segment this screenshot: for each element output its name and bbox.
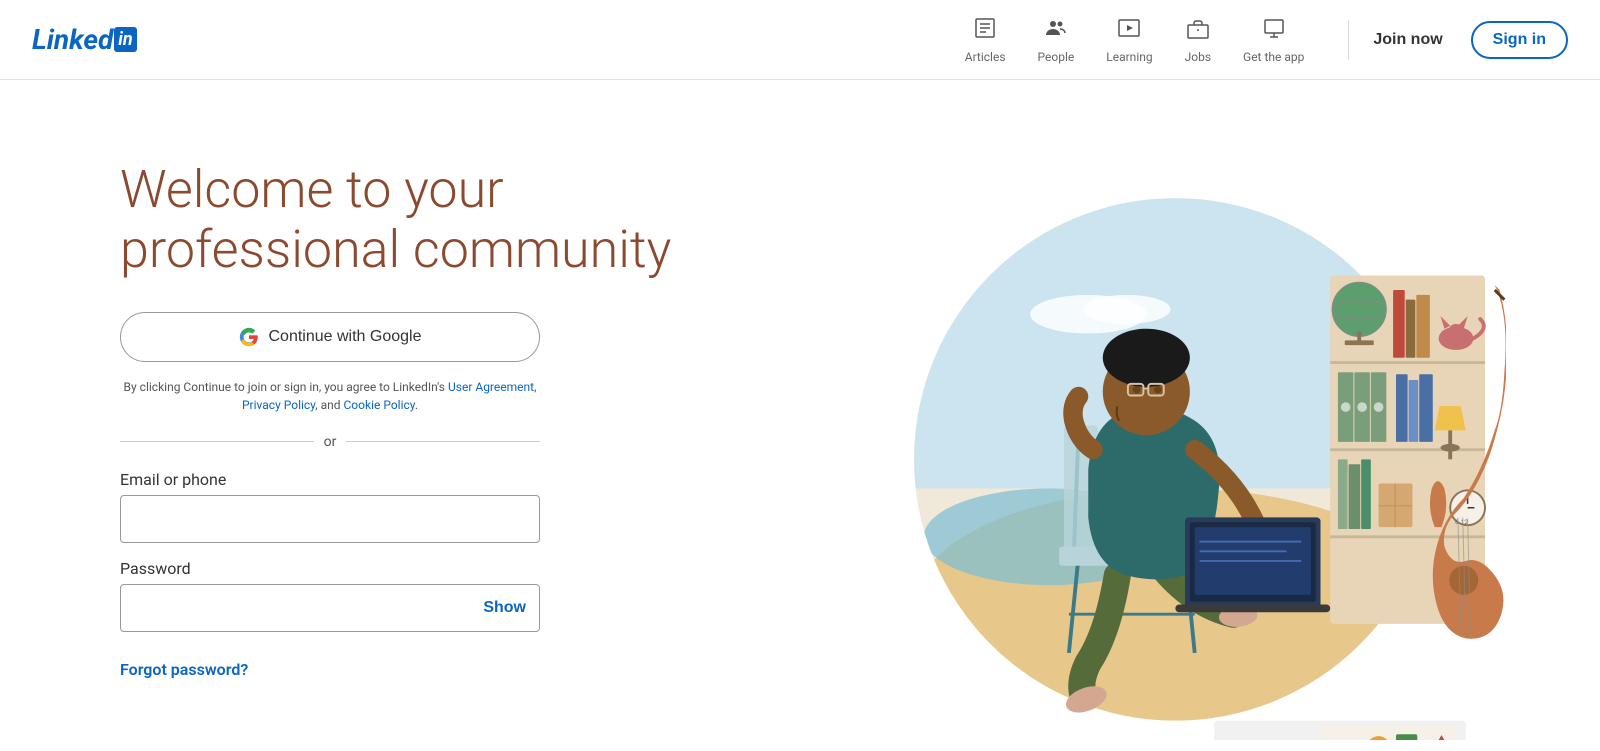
disclaimer-text: By clicking Continue to join or sign in,… bbox=[120, 378, 540, 414]
password-form-group: Password Show bbox=[120, 559, 671, 632]
continue-with-google-button[interactable]: Continue with Google bbox=[120, 312, 540, 362]
svg-text:6 12: 6 12 bbox=[1455, 518, 1468, 526]
learning-icon bbox=[1117, 16, 1141, 46]
logo-text: Linked bbox=[32, 23, 113, 56]
nav-item-articles[interactable]: Articles bbox=[953, 8, 1018, 72]
email-label: Email or phone bbox=[120, 470, 671, 489]
nav-item-people[interactable]: People bbox=[1026, 8, 1087, 72]
privacy-policy-link[interactable]: Privacy Policy bbox=[242, 398, 315, 412]
hero-illustration: 6 12 bbox=[806, 140, 1506, 740]
left-panel: Welcome to your professional community C… bbox=[120, 140, 671, 679]
jobs-icon bbox=[1186, 16, 1210, 46]
user-agreement-link[interactable]: User Agreement bbox=[448, 380, 534, 394]
nav-divider bbox=[1348, 20, 1349, 60]
password-wrapper: Show bbox=[120, 584, 540, 632]
nav-item-learning[interactable]: Learning bbox=[1094, 8, 1164, 72]
or-divider: or bbox=[120, 434, 540, 450]
articles-icon bbox=[973, 16, 997, 46]
sign-in-button[interactable]: Sign in bbox=[1471, 21, 1568, 59]
navbar: Linked in Articles bbox=[0, 0, 1600, 80]
join-now-button[interactable]: Join now bbox=[1357, 23, 1458, 57]
email-input[interactable] bbox=[120, 495, 540, 543]
nav-actions: Join now Sign in bbox=[1357, 21, 1568, 59]
email-form-group: Email or phone bbox=[120, 470, 671, 543]
illustration-panel: 6 12 bbox=[711, 140, 1600, 740]
main-content: Welcome to your professional community C… bbox=[0, 80, 1600, 751]
people-icon bbox=[1044, 16, 1068, 46]
cookie-policy-link[interactable]: Cookie Policy bbox=[343, 398, 414, 412]
google-icon bbox=[239, 327, 259, 347]
nav-links: Articles People Learning bbox=[953, 8, 1317, 72]
password-label: Password bbox=[120, 559, 671, 578]
password-input[interactable] bbox=[120, 584, 540, 632]
welcome-title: Welcome to your professional community bbox=[120, 160, 671, 280]
nav-item-get-the-app[interactable]: Get the app bbox=[1231, 8, 1316, 72]
show-password-button[interactable]: Show bbox=[483, 599, 526, 617]
nav-item-jobs[interactable]: Jobs bbox=[1173, 8, 1223, 72]
forgot-password-link[interactable]: Forgot password? bbox=[120, 660, 248, 679]
get-app-icon bbox=[1262, 16, 1286, 46]
logo-box: in bbox=[114, 27, 136, 52]
logo[interactable]: Linked in bbox=[32, 23, 137, 56]
